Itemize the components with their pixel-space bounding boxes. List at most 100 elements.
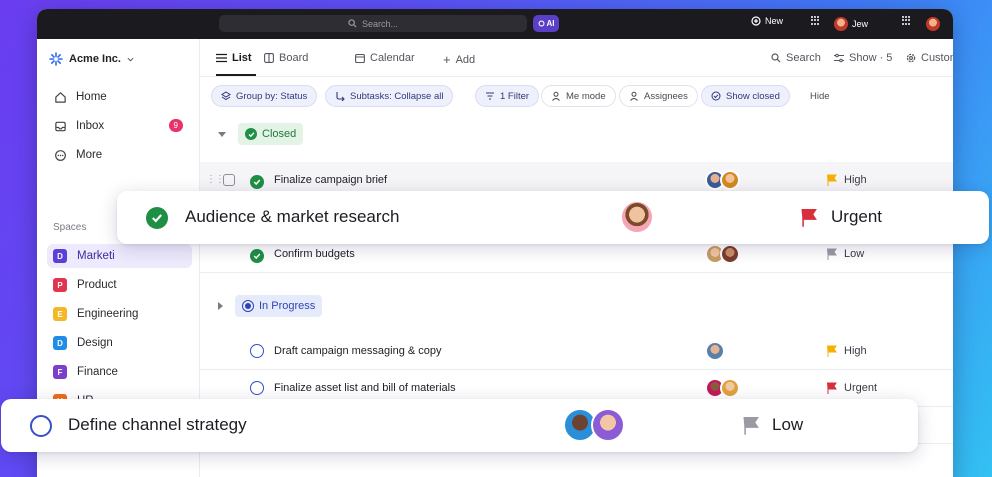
group-header-closed[interactable]: Closed (218, 123, 304, 145)
card-task-name[interactable]: Define channel strategy (68, 415, 247, 435)
assignee-avatars[interactable] (563, 408, 625, 442)
group-by-chip[interactable]: Group by: Status (211, 85, 318, 107)
chip-label: 1 Filter (500, 90, 530, 102)
sliders-icon (834, 53, 844, 63)
table-row[interactable]: Draft campaign messaging & copy High (200, 333, 953, 370)
list-icon (216, 53, 227, 63)
expand-caret-icon[interactable] (218, 302, 223, 310)
tab-add[interactable]: + Add (443, 52, 475, 67)
avatar (705, 341, 725, 361)
task-name[interactable]: Confirm budgets (274, 248, 355, 260)
collapse-caret-icon[interactable] (218, 131, 226, 137)
space-item-engineering[interactable]: E Engineering (47, 302, 192, 326)
space-item-finance[interactable]: F Finance (47, 360, 192, 384)
group-label: In Progress (259, 300, 316, 312)
sidebar-item-inbox[interactable]: Inbox 9 (53, 119, 183, 133)
status-open-icon[interactable] (250, 381, 264, 400)
hide-button[interactable]: Hide (800, 85, 840, 107)
check-circle-icon (245, 128, 257, 140)
task-name[interactable]: Finalize campaign brief (274, 174, 387, 186)
in-progress-icon (242, 300, 254, 312)
chip-label: Hide (810, 90, 830, 102)
priority-cell[interactable]: Urgent (826, 382, 877, 394)
status-open-icon[interactable] (30, 415, 52, 437)
priority-cell[interactable]: High (826, 345, 867, 357)
highlight-card-research[interactable]: Audience & market research Urgent (117, 191, 989, 244)
space-label: Marketi (77, 250, 115, 262)
group-label: Closed (262, 128, 297, 140)
assignee-avatars[interactable] (705, 341, 725, 361)
board-icon (264, 53, 274, 63)
drag-handle-icon[interactable]: ⋮⋮ (206, 174, 225, 185)
search-label: Search (786, 52, 821, 64)
search-tasks-button[interactable]: Search (771, 52, 821, 64)
workspace-switcher[interactable]: Acme Inc. (49, 52, 134, 66)
grid-icon (811, 16, 820, 25)
assignees-chip[interactable]: Assignees (619, 85, 698, 107)
show-closed-chip[interactable]: Show closed (701, 85, 790, 107)
active-tab-indicator (216, 74, 256, 76)
customize-button[interactable]: Customize (906, 52, 953, 64)
user-menu[interactable]: Jew (834, 17, 868, 31)
user-icon (630, 91, 638, 101)
space-letter: E (53, 307, 67, 321)
tab-board[interactable]: Board (264, 52, 308, 64)
user-avatar (834, 17, 848, 31)
status-done-icon[interactable] (250, 173, 264, 191)
flag-icon (801, 209, 817, 227)
sidebar-item-label: Inbox (76, 120, 105, 132)
tab-list[interactable]: List (216, 52, 252, 64)
spaces-heading: Spaces (53, 222, 87, 233)
space-item-design[interactable]: D Design (47, 331, 192, 355)
filter-bar: Group by: Status Subtasks: Collapse all … (200, 77, 953, 117)
tab-calendar[interactable]: Calendar (355, 52, 415, 64)
top-bar: Search... AI New Jew (37, 9, 953, 39)
space-label: Engineering (77, 308, 139, 320)
show-columns-button[interactable]: Show · 5 (834, 52, 892, 64)
priority-label: High (844, 345, 867, 357)
customize-label: Customize (921, 52, 953, 64)
apps-grid-button[interactable] (811, 16, 820, 25)
tab-label: Add (455, 53, 476, 66)
profile-avatar (926, 17, 940, 31)
tab-label: List (232, 52, 252, 64)
chip-label: Show closed (726, 90, 780, 102)
card-priority-label: Low (772, 415, 804, 434)
priority-cell[interactable]: Low (826, 248, 864, 260)
assignee-avatars[interactable] (705, 244, 740, 264)
flag-icon (827, 382, 837, 394)
subtasks-chip[interactable]: Subtasks: Collapse all (325, 85, 454, 107)
card-task-name[interactable]: Audience & market research (185, 207, 400, 227)
sidebar-item-label: Home (76, 91, 107, 103)
flag-icon (827, 174, 837, 186)
assignee-avatars[interactable] (705, 378, 740, 398)
space-item-product[interactable]: P Product (47, 273, 192, 297)
apps-grid-button-2[interactable] (902, 16, 911, 25)
space-item-marketing[interactable]: D Marketi (47, 244, 192, 268)
task-name[interactable]: Finalize asset list and bill of material… (274, 382, 456, 394)
show-label: Show · 5 (849, 52, 893, 64)
status-done-icon[interactable] (250, 247, 264, 265)
group-header-in-progress[interactable]: In Progress (218, 295, 323, 317)
chevron-down-icon (127, 57, 134, 62)
priority-cell[interactable]: High (826, 174, 867, 186)
space-letter: F (53, 365, 67, 379)
profile-button[interactable] (926, 17, 940, 31)
row-select-checkbox[interactable] (223, 174, 235, 186)
filter-chip[interactable]: 1 Filter (475, 85, 540, 107)
global-search[interactable]: Search... (219, 15, 527, 32)
avatar (620, 200, 654, 234)
sidebar-item-more[interactable]: More (53, 148, 183, 162)
status-open-icon[interactable] (250, 344, 264, 363)
status-done-icon[interactable] (146, 207, 168, 229)
sidebar-item-home[interactable]: Home (53, 90, 183, 104)
search-icon (348, 19, 357, 28)
view-bar: List Board Calendar + Add Search Show · … (200, 39, 953, 77)
assignee-avatars[interactable] (705, 170, 740, 190)
new-button[interactable]: New (751, 16, 783, 26)
highlight-card-channel[interactable]: Define channel strategy Low (1, 399, 918, 452)
ai-button[interactable]: AI (533, 15, 559, 32)
me-mode-chip[interactable]: Me mode (541, 85, 616, 107)
task-name[interactable]: Draft campaign messaging & copy (274, 345, 442, 357)
sidebar-item-label: More (76, 149, 103, 161)
